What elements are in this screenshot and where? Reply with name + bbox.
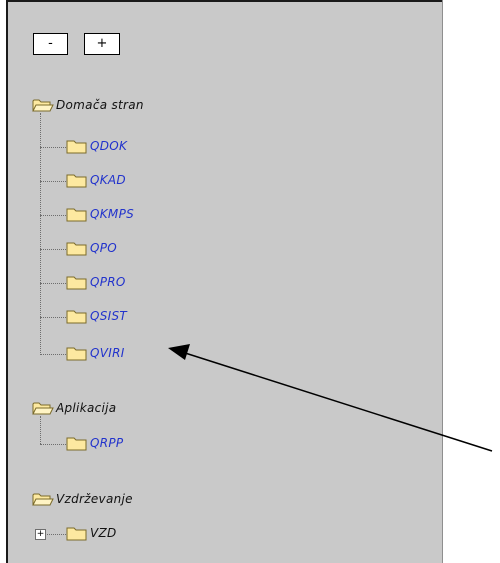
annotation-arrow — [168, 344, 493, 452]
